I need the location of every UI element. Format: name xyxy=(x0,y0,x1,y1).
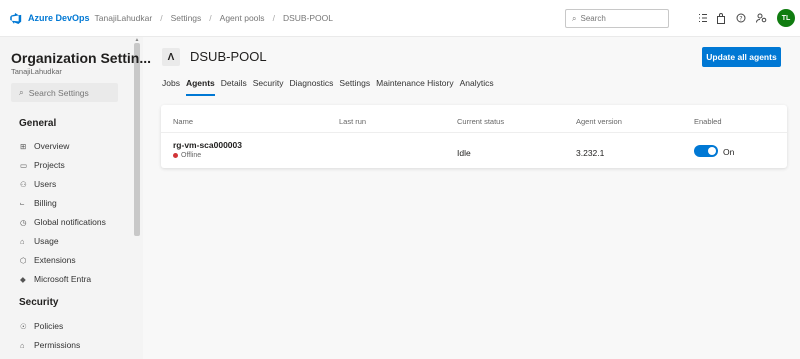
lock-icon: ⌂ xyxy=(20,340,25,350)
help-icon[interactable]: ? xyxy=(735,12,747,24)
search-icon: ⌕ xyxy=(572,13,577,23)
column-header-current-status[interactable]: Current status xyxy=(457,117,504,126)
top-bar: Azure DevOps TanajiLahudkar / Settings /… xyxy=(0,0,800,37)
search-icon: ⌕ xyxy=(19,87,24,97)
tab-security[interactable]: Security xyxy=(253,78,284,98)
sidebar-item-global-notifications[interactable]: ◷ Global notifications xyxy=(20,217,106,227)
tab-maintenance-history[interactable]: Maintenance History xyxy=(376,78,453,98)
sidebar-item-label: Usage xyxy=(34,236,59,246)
clock-icon: ◷ xyxy=(20,217,27,227)
svg-text:?: ? xyxy=(739,15,742,22)
users-icon: ⚇ xyxy=(20,179,27,189)
cart-icon: ⨽ xyxy=(20,198,25,207)
toggle-knob xyxy=(708,147,716,155)
column-header-enabled[interactable]: Enabled xyxy=(694,117,722,126)
tab-diagnostics[interactable]: Diagnostics xyxy=(289,78,333,98)
tab-bar: Jobs Agents Details Security Diagnostics… xyxy=(162,78,500,98)
extensions-icon: ⬡ xyxy=(20,255,27,265)
agent-status: Offline xyxy=(173,152,201,159)
breadcrumb-separator: / xyxy=(160,13,163,23)
breadcrumb-separator: / xyxy=(272,13,275,23)
user-settings-icon[interactable] xyxy=(755,12,767,24)
sidebar-item-billing[interactable]: ⨽ Billing xyxy=(20,198,57,208)
sidebar-item-label: Overview xyxy=(34,141,70,151)
lightbulb-icon: ☉ xyxy=(20,321,27,331)
breadcrumb-pool[interactable]: DSUB-POOL xyxy=(283,13,333,23)
diamond-icon: ◆ xyxy=(20,274,26,284)
sidebar-item-microsoft-entra[interactable]: ◆ Microsoft Entra xyxy=(20,274,91,284)
sidebar-item-label: Projects xyxy=(34,160,65,170)
org-name: TanajiLahudkar xyxy=(11,67,62,76)
sidebar-item-label: Billing xyxy=(34,198,57,208)
agents-table: Name Last run Current status Agent versi… xyxy=(161,105,787,168)
tab-details[interactable]: Details xyxy=(221,78,247,98)
agent-status-label: Offline xyxy=(181,152,202,159)
sidebar-item-overview[interactable]: ⊞ Overview xyxy=(20,141,69,151)
enabled-toggle[interactable] xyxy=(694,145,718,157)
enabled-toggle-label: On xyxy=(723,147,735,157)
sidebar-scrollbar[interactable] xyxy=(134,43,140,236)
breadcrumb-separator: / xyxy=(209,13,212,23)
column-header-name[interactable]: Name xyxy=(173,117,193,126)
search-input[interactable]: ⌕ Search xyxy=(565,9,669,28)
projects-icon: ▭ xyxy=(20,160,28,170)
sidebar-item-label: Global notifications xyxy=(34,217,106,227)
tab-agents[interactable]: Agents xyxy=(185,78,215,98)
tab-jobs[interactable]: Jobs xyxy=(162,78,180,98)
header-divider xyxy=(161,132,787,133)
breadcrumb-settings[interactable]: Settings xyxy=(171,13,202,23)
sidebar-item-label: Microsoft Entra xyxy=(34,274,92,284)
update-all-agents-button[interactable]: Update all agents xyxy=(702,47,781,67)
section-heading-security: Security xyxy=(19,297,59,308)
sidebar-item-label: Users xyxy=(34,179,57,189)
sidebar-item-usage[interactable]: ⌂ Usage xyxy=(20,236,59,246)
sidebar-item-policies[interactable]: ☉ Policies xyxy=(20,321,63,331)
tab-analytics[interactable]: Analytics xyxy=(460,78,494,98)
page-title: DSUB-POOL xyxy=(190,49,267,64)
search-placeholder: Search xyxy=(580,14,606,23)
brand-link[interactable]: Azure DevOps xyxy=(28,13,90,23)
breadcrumb-agent-pools[interactable]: Agent pools xyxy=(220,13,265,23)
sidebar-item-projects[interactable]: ▭ Projects xyxy=(20,160,65,170)
tab-settings[interactable]: Settings xyxy=(339,78,370,98)
usage-icon: ⌂ xyxy=(20,236,25,246)
column-header-last-run[interactable]: Last run xyxy=(339,117,366,126)
breadcrumb-org[interactable]: TanajiLahudkar xyxy=(95,13,153,23)
agent-version-cell: 3.232.1 xyxy=(576,148,605,158)
avatar[interactable]: TL xyxy=(777,9,795,27)
sidebar-item-label: Policies xyxy=(34,321,64,331)
sidebar-item-label: Permissions xyxy=(34,340,81,350)
sidebar-item-extensions[interactable]: ⬡ Extensions xyxy=(20,255,76,265)
sidebar-item-label: Extensions xyxy=(34,255,76,265)
azure-devops-logo-icon[interactable] xyxy=(8,11,22,25)
current-status-cell: Idle xyxy=(457,148,471,158)
shopping-bag-icon[interactable] xyxy=(715,12,727,24)
settings-search-placeholder: Search Settings xyxy=(28,87,89,98)
org-settings-title: Organization Settin... xyxy=(11,50,152,66)
section-heading-general: General xyxy=(19,118,57,129)
grid-icon: ⊞ xyxy=(20,141,27,151)
offline-status-dot-icon xyxy=(173,153,178,158)
column-header-agent-version[interactable]: Agent version xyxy=(576,117,622,126)
sidebar-item-users[interactable]: ⚇ Users xyxy=(20,179,56,189)
list-icon[interactable] xyxy=(697,12,709,24)
agent-name-link[interactable]: rg-vm-sca000003 xyxy=(173,140,242,150)
settings-search-input[interactable]: ⌕ Search Settings xyxy=(11,83,118,102)
pool-icon: Λ xyxy=(162,48,180,66)
sidebar-item-permissions[interactable]: ⌂ Permissions xyxy=(20,340,80,350)
